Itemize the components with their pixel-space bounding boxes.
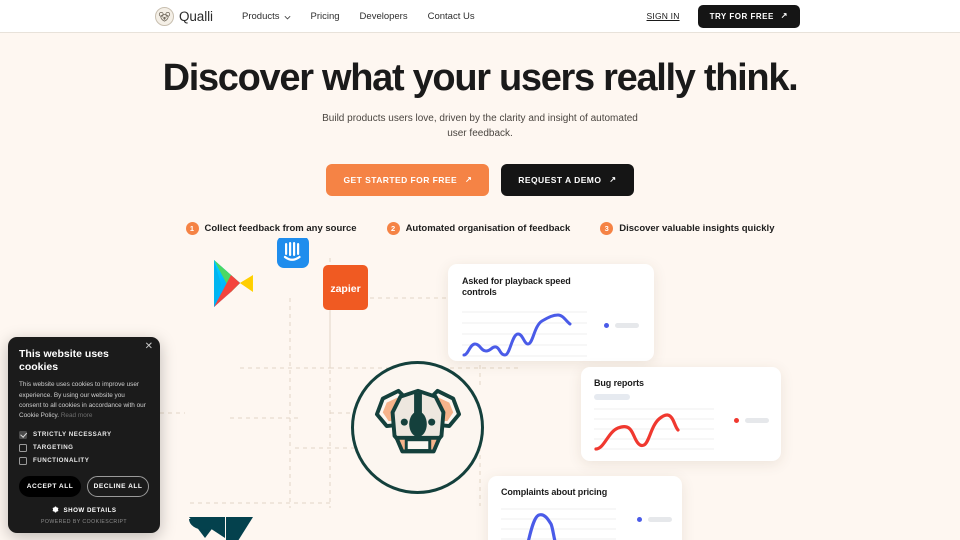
cookie-option-strictly-necessary[interactable]: STRICTLY NECESSARY <box>19 430 149 439</box>
nav-link-contact-us-label: Contact Us <box>427 10 475 22</box>
hero-section: Discover what your users really think. B… <box>0 33 960 235</box>
arrow-northeast-icon: ↗ <box>780 11 788 20</box>
legend-placeholder-bar <box>648 517 672 523</box>
nav-link-products[interactable]: Products <box>242 11 291 22</box>
cookie-banner-body: This website uses cookies to improve use… <box>19 380 149 422</box>
feature-item-3: 3 Discover valuable insights quickly <box>600 221 775 235</box>
svg-text:zapier: zapier <box>330 283 360 295</box>
nav-links: Products Pricing Developers Contact Us <box>242 11 475 22</box>
sign-in-link[interactable]: SIGN IN <box>647 11 680 21</box>
cookie-consent-banner: ✕ This website uses cookies This website… <box>8 337 160 533</box>
feature-label-1: Collect feedback from any source <box>204 222 357 234</box>
intercom-icon[interactable] <box>277 238 309 273</box>
feature-list: 1 Collect feedback from any source 2 Aut… <box>0 221 960 235</box>
arrow-northeast-icon: ↗ <box>465 174 473 184</box>
nav-actions: SIGN IN TRY FOR FREE ↗ <box>647 4 800 28</box>
legend-dot-icon <box>604 322 609 328</box>
feature-label-3: Discover valuable insights quickly <box>619 222 775 234</box>
legend-dot-icon <box>637 517 642 523</box>
feature-item-1: 1 Collect feedback from any source <box>185 221 357 235</box>
top-navbar: Qualli Products Pricing Developers Conta… <box>0 0 960 33</box>
nav-link-developers-label: Developers <box>359 10 408 22</box>
nav-link-contact-us[interactable]: Contact Us <box>428 11 475 22</box>
chevron-down-icon <box>284 13 291 20</box>
koala-logo-icon <box>155 6 174 26</box>
cookie-banner-title: This website uses cookies <box>19 348 109 374</box>
feedback-card-title: Bug reports <box>594 378 644 388</box>
nav-link-products-label: Products <box>242 10 280 22</box>
checkbox-targeting[interactable] <box>19 443 27 452</box>
cookie-option-label: STRICTLY NECESSARY <box>33 431 112 439</box>
cookie-option-targeting[interactable]: TARGETING <box>19 443 149 452</box>
close-icon[interactable]: ✕ <box>145 342 153 352</box>
gear-icon <box>52 506 59 515</box>
legend-dot-icon <box>734 418 739 424</box>
request-demo-label: REQUEST A DEMO <box>518 174 602 185</box>
powered-by-label: POWERED BY COOKIESCRIPT <box>40 518 128 525</box>
google-play-icon[interactable] <box>210 258 258 315</box>
get-started-for-free-button[interactable]: GET STARTED FOR FREE ↗ <box>326 163 490 196</box>
cookie-option-label: TARGETING <box>33 444 74 452</box>
legend-placeholder-bar <box>745 418 769 424</box>
feedback-card-playback-speed[interactable]: Asked for playback speed controls <box>448 264 654 361</box>
feature-badge-3: 3 <box>600 221 614 235</box>
show-details-label: SHOW DETAILS <box>63 506 117 514</box>
cta-row: GET STARTED FOR FREE ↗ REQUEST A DEMO ↗ <box>0 163 960 196</box>
feedback-card-title: Asked for playback speed controls <box>462 276 571 298</box>
brand-logo[interactable]: Qualli <box>155 6 213 26</box>
nav-link-pricing[interactable]: Pricing <box>311 11 340 22</box>
cookie-action-buttons: ACCEPT ALL DECLINE ALL <box>19 475 149 497</box>
zendesk-icon[interactable] <box>185 510 257 540</box>
checkbox-functionality[interactable] <box>19 456 27 465</box>
show-details-button[interactable]: SHOW DETAILS <box>19 506 149 515</box>
feature-label-2: Automated organisation of feedback <box>405 222 571 234</box>
feedback-card-bug-reports[interactable]: Bug reports <box>581 367 781 461</box>
subtitle-placeholder-bar <box>594 394 630 401</box>
request-a-demo-button[interactable]: REQUEST A DEMO ↗ <box>501 163 634 196</box>
feedback-trend-chart <box>501 508 616 540</box>
hero-subheading: Build products users love, driven by the… <box>0 111 960 142</box>
get-started-label: GET STARTED FOR FREE <box>343 174 458 185</box>
hero-subheading-line-2: user feedback. <box>447 128 513 140</box>
try-for-free-label: TRY FOR FREE <box>709 11 774 21</box>
feedback-trend-chart <box>594 408 714 451</box>
legend-placeholder-bar <box>615 322 639 328</box>
checkbox-strictly-necessary[interactable] <box>19 430 27 439</box>
feedback-trend-chart <box>462 311 587 356</box>
hero-subheading-line-1: Build products users love, driven by the… <box>322 112 638 124</box>
decline-all-button[interactable]: DECLINE ALL <box>87 475 149 497</box>
feature-item-2: 2 Automated organisation of feedback <box>386 221 571 235</box>
koala-mascot-icon <box>351 361 484 494</box>
cookie-option-functionality[interactable]: FUNCTIONALITY <box>19 456 149 465</box>
brand-name: Qualli <box>179 8 213 24</box>
try-for-free-button[interactable]: TRY FOR FREE ↗ <box>697 4 800 28</box>
cookie-options-list: STRICTLY NECESSARY TARGETING FUNCTIONALI… <box>19 430 149 465</box>
nav-link-pricing-label: Pricing <box>310 10 340 22</box>
arrow-northeast-icon: ↗ <box>609 174 617 184</box>
feature-badge-1: 1 <box>185 221 199 235</box>
chart-legend <box>604 322 639 328</box>
zapier-icon[interactable]: zapier <box>323 265 368 315</box>
read-more-link[interactable]: Read more <box>61 412 93 419</box>
accept-all-button[interactable]: ACCEPT ALL <box>19 475 81 497</box>
feature-badge-2: 2 <box>386 221 400 235</box>
chart-legend <box>637 517 672 523</box>
nav-link-developers[interactable]: Developers <box>360 11 408 22</box>
feedback-card-pricing-complaints[interactable]: Complaints about pricing <box>488 476 682 540</box>
feedback-card-title: Complaints about pricing <box>501 487 608 497</box>
chart-legend <box>734 418 769 424</box>
cookie-option-label: FUNCTIONALITY <box>33 457 90 465</box>
page-title: Discover what your users really think. <box>162 57 799 99</box>
